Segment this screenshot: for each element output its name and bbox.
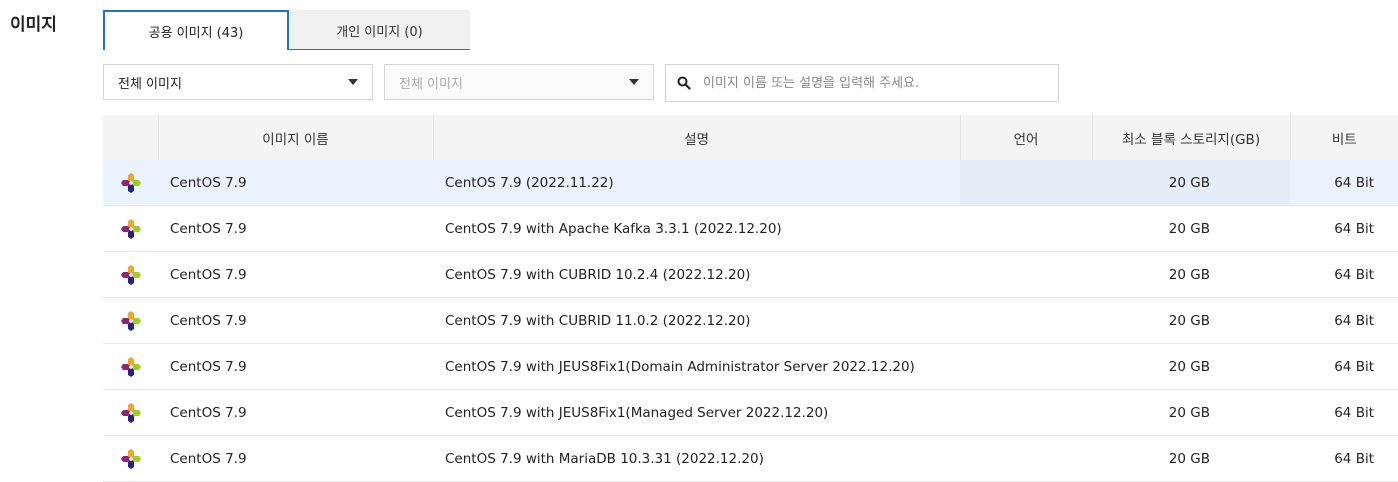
row-icon-cell	[103, 297, 158, 344]
row-language	[960, 160, 1092, 206]
centos-logo-icon	[120, 218, 141, 239]
header-language[interactable]: 언어	[960, 115, 1093, 160]
table-row[interactable]: CentOS 7.9 CentOS 7.9 with Apache Kafka 3…	[103, 205, 1398, 252]
table-body: CentOS 7.9 CentOS 7.9 (2022.11.22) 20 GB 64…	[103, 160, 1398, 482]
row-min-storage: 20 GB	[1092, 251, 1290, 298]
header-min-storage[interactable]: 최소 블록 스토리지(GB)	[1092, 115, 1291, 160]
row-language	[960, 251, 1092, 298]
row-language	[960, 435, 1092, 482]
tab-public-images[interactable]: 공용 이미지 (43)	[103, 10, 289, 50]
row-icon-cell	[103, 389, 158, 436]
row-image-name: CentOS 7.9	[158, 251, 433, 298]
tab-private-images[interactable]: 개인 이미지 (0)	[289, 10, 470, 50]
row-min-storage: 20 GB	[1092, 297, 1290, 344]
row-description: CentOS 7.9 with Apache Kafka 3.3.1 (2022…	[433, 205, 960, 252]
row-bit: 64 Bit	[1290, 160, 1398, 206]
row-language	[960, 343, 1092, 390]
centos-logo-icon	[120, 310, 141, 331]
row-description: CentOS 7.9 with MariaDB 10.3.31 (2022.12…	[433, 435, 960, 482]
image-tabs: 공용 이미지 (43) 개인 이미지 (0)	[103, 10, 470, 50]
search-input[interactable]	[701, 74, 1035, 92]
row-icon-cell	[103, 251, 158, 298]
search-icon	[677, 76, 691, 90]
image-category-select-value: 전체 이미지	[118, 76, 182, 92]
image-category-select[interactable]: 전체 이미지	[103, 64, 373, 100]
image-sub-select-value: 전체 이미지	[399, 76, 463, 92]
row-min-storage: 20 GB	[1092, 343, 1290, 390]
centos-logo-icon	[120, 172, 141, 193]
row-bit: 64 Bit	[1290, 435, 1398, 482]
row-image-name: CentOS 7.9	[158, 389, 433, 436]
row-image-name: CentOS 7.9	[158, 160, 433, 206]
table-header-row: 이미지 이름 설명 언어 최소 블록 스토리지(GB) 비트	[103, 115, 1398, 160]
centos-logo-icon	[120, 264, 141, 285]
image-table: 이미지 이름 설명 언어 최소 블록 스토리지(GB) 비트 CentOS 7.…	[103, 115, 1398, 482]
row-bit: 64 Bit	[1290, 389, 1398, 436]
row-image-name: CentOS 7.9	[158, 205, 433, 252]
row-bit: 64 Bit	[1290, 297, 1398, 344]
row-language	[960, 389, 1092, 436]
tab-underline	[289, 49, 470, 50]
centos-logo-icon	[120, 402, 141, 423]
table-row[interactable]: CentOS 7.9 CentOS 7.9 with JEUS8Fix1(Doma…	[103, 343, 1398, 390]
row-min-storage: 20 GB	[1092, 205, 1290, 252]
row-icon-cell	[103, 343, 158, 390]
header-bit[interactable]: 비트	[1290, 115, 1398, 160]
table-row[interactable]: CentOS 7.9 CentOS 7.9 with CUBRID 10.2.4 …	[103, 251, 1398, 298]
row-min-storage: 20 GB	[1092, 435, 1290, 482]
row-bit: 64 Bit	[1290, 205, 1398, 252]
table-row[interactable]: CentOS 7.9 CentOS 7.9 with CUBRID 11.0.2 …	[103, 297, 1398, 344]
header-image-name[interactable]: 이미지 이름	[158, 115, 434, 160]
image-search-box	[665, 64, 1059, 102]
row-image-name: CentOS 7.9	[158, 297, 433, 344]
row-icon-cell	[103, 160, 158, 206]
row-min-storage: 20 GB	[1092, 389, 1290, 436]
row-image-name: CentOS 7.9	[158, 435, 433, 482]
row-language	[960, 205, 1092, 252]
caret-down-icon	[629, 79, 639, 85]
row-description: CentOS 7.9 with JEUS8Fix1(Managed Server…	[433, 389, 960, 436]
section-title: 이미지	[10, 15, 57, 35]
header-icon	[103, 115, 159, 160]
row-language	[960, 297, 1092, 344]
table-row[interactable]: CentOS 7.9 CentOS 7.9 with MariaDB 10.3.3…	[103, 435, 1398, 482]
row-description: CentOS 7.9 (2022.11.22)	[433, 160, 960, 206]
row-description: CentOS 7.9 with CUBRID 11.0.2 (2022.12.2…	[433, 297, 960, 344]
row-min-storage: 20 GB	[1092, 160, 1290, 206]
table-row[interactable]: CentOS 7.9 CentOS 7.9 with JEUS8Fix1(Mana…	[103, 389, 1398, 436]
table-row[interactable]: CentOS 7.9 CentOS 7.9 (2022.11.22) 20 GB 64…	[103, 160, 1398, 206]
row-description: CentOS 7.9 with CUBRID 10.2.4 (2022.12.2…	[433, 251, 960, 298]
centos-logo-icon	[120, 356, 141, 377]
row-image-name: CentOS 7.9	[158, 343, 433, 390]
image-sub-select[interactable]: 전체 이미지	[384, 64, 654, 100]
row-bit: 64 Bit	[1290, 343, 1398, 390]
caret-down-icon	[348, 79, 358, 85]
row-bit: 64 Bit	[1290, 251, 1398, 298]
header-description[interactable]: 설명	[433, 115, 961, 160]
row-description: CentOS 7.9 with JEUS8Fix1(Domain Adminis…	[433, 343, 960, 390]
centos-logo-icon	[120, 448, 141, 469]
row-icon-cell	[103, 205, 158, 252]
row-icon-cell	[103, 435, 158, 482]
